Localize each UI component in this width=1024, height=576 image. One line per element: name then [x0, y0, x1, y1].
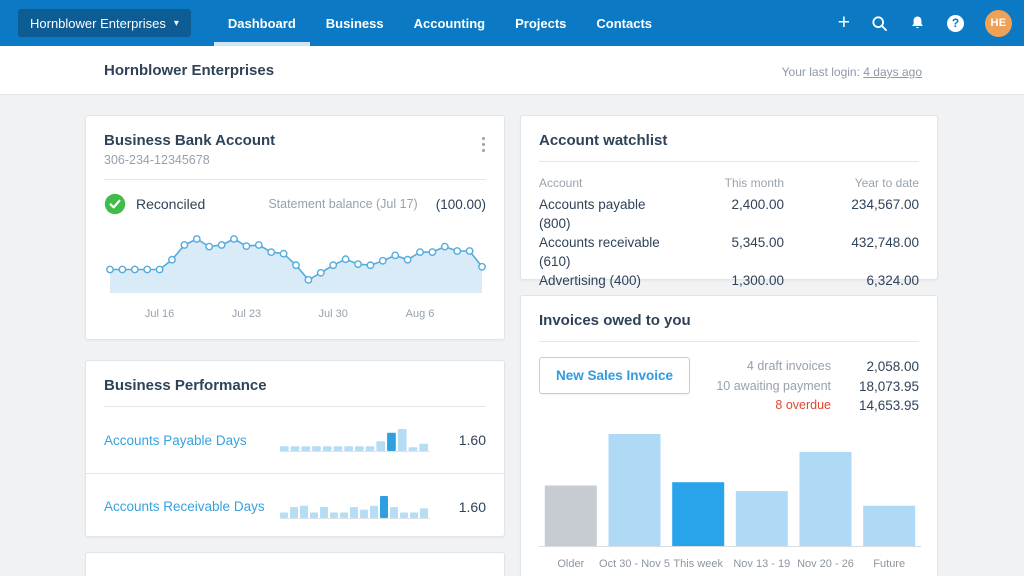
svg-text:Oct 30 - Nov 5: Oct 30 - Nov 5: [599, 558, 670, 570]
bank-card-title: Business Bank Account: [104, 132, 276, 149]
page-header: Hornblower Enterprises Your last login: …: [0, 46, 1024, 95]
draft-invoices-label[interactable]: 4 draft invoices: [747, 357, 831, 377]
watchlist-ytd-value: 432,748.00: [851, 235, 919, 250]
last-login: Your last login: 4 days ago: [782, 65, 922, 79]
statement-balance-value: (100.00): [435, 196, 486, 212]
nav-tab-accounting[interactable]: Accounting: [399, 0, 501, 46]
svg-text:Jul 23: Jul 23: [232, 308, 261, 320]
svg-text:Jul 16: Jul 16: [145, 308, 174, 320]
nav-tab-dashboard[interactable]: Dashboard: [213, 0, 311, 46]
invoices-card-header: Invoices owed to you: [521, 296, 937, 329]
watchlist-ytd-value: 234,567.00: [851, 197, 919, 212]
organisation-selector[interactable]: Hornblower Enterprises ▾: [18, 9, 191, 37]
last-login-link[interactable]: 4 days ago: [863, 65, 922, 79]
statement-balance-label: Statement balance (Jul 17): [268, 197, 418, 211]
overdue-value: 14,653.95: [858, 398, 919, 413]
watchlist-account-name: Accounts receivable (610): [539, 235, 660, 269]
business-performance-card: Business Performance Accounts Payable Da…: [85, 360, 505, 537]
partial-card: [85, 552, 505, 576]
receivable-days-value: 1.60: [458, 498, 486, 515]
column-header-year-to-date: Year to date: [854, 176, 919, 190]
new-sales-invoice-button[interactable]: New Sales Invoice: [539, 357, 691, 394]
overdue-label[interactable]: 8 overdue: [775, 396, 831, 416]
table-row: Accounts payable (800) 2,400.00 234,567.…: [539, 195, 919, 233]
nav-utility-area: + ? HE: [838, 0, 1012, 46]
bell-icon[interactable]: [909, 15, 926, 32]
invoice-stat-awaiting: 10 awaiting payment 18,073.95: [716, 377, 919, 397]
receivable-days-sparkline: [280, 493, 430, 521]
organisation-name: Hornblower Enterprises: [30, 15, 166, 31]
chevron-down-icon: ▾: [173, 17, 179, 29]
watchlist-this-month-value: 2,400.00: [731, 197, 784, 212]
invoice-stat-overdue: 8 overdue 14,653.95: [716, 396, 919, 416]
svg-text:Nov 13 - 19: Nov 13 - 19: [733, 558, 790, 570]
watchlist-card-header: Account watchlist: [521, 116, 937, 149]
payable-days-sparkline: [280, 426, 430, 454]
column-header-account: Account: [539, 176, 583, 190]
kebab-menu-icon[interactable]: [479, 132, 488, 156]
performance-card-title: Business Performance: [104, 377, 267, 394]
invoices-owed-card: Invoices owed to you New Sales Invoice 4…: [520, 295, 938, 576]
avatar[interactable]: HE: [985, 9, 1012, 37]
search-icon[interactable]: [871, 15, 888, 32]
watchlist-card-title: Account watchlist: [539, 132, 668, 149]
help-icon[interactable]: ?: [947, 14, 964, 32]
watchlist-table: Account This month Year to date Accounts…: [521, 162, 937, 290]
dashboard-content: Business Bank Account 306-234-12345678 R…: [0, 95, 1024, 576]
svg-text:Aug 6: Aug 6: [406, 308, 435, 320]
column-header-this-month: This month: [724, 176, 784, 190]
performance-card-header: Business Performance: [86, 361, 504, 394]
table-row: Accounts receivable (610) 5,345.00 432,7…: [539, 233, 919, 271]
nav-tab-contacts[interactable]: Contacts: [581, 0, 667, 46]
svg-text:Older: Older: [557, 558, 584, 570]
bank-account-number: 306-234-12345678: [104, 153, 210, 167]
bank-card-header: Business Bank Account 306-234-12345678: [86, 116, 504, 167]
table-row: Advertising (400) 1,300.00 6,324.00: [539, 271, 919, 290]
accounts-payable-days-link[interactable]: Accounts Payable Days: [104, 433, 280, 448]
invoices-owed-bar-chart: Older Oct 30 - Nov 5 This week Nov 13 - 19 N…: [539, 426, 921, 576]
invoices-summary: New Sales Invoice 4 draft invoices 2,058…: [521, 342, 937, 416]
performance-row-receivable: Accounts Receivable Days 1.60: [86, 473, 504, 539]
invoice-stat-draft: 4 draft invoices 2,058.00: [716, 357, 919, 377]
payable-days-value: 1.60: [458, 432, 486, 448]
top-navigation-bar: Hornblower Enterprises ▾ Dashboard Busin…: [0, 0, 1024, 46]
nav-tab-projects[interactable]: Projects: [500, 0, 581, 46]
reconciled-label: Reconciled: [136, 196, 206, 212]
awaiting-payment-label[interactable]: 10 awaiting payment: [716, 377, 831, 397]
invoices-card-title: Invoices owed to you: [539, 312, 691, 329]
performance-rows: Accounts Payable Days 1.60 Accounts Rece…: [86, 407, 504, 539]
performance-row-payable: Accounts Payable Days 1.60: [86, 407, 504, 473]
watchlist-account-name: Accounts payable (800): [539, 197, 646, 231]
draft-invoices-value: 2,058.00: [866, 359, 919, 374]
account-watchlist-card: Account watchlist Account This month Yea…: [520, 115, 938, 288]
watchlist-this-month-value: 1,300.00: [731, 273, 784, 288]
svg-text:Nov 20 - 26: Nov 20 - 26: [797, 558, 854, 570]
page-title: Hornblower Enterprises: [104, 62, 275, 79]
main-menu: Dashboard Business Accounting Projects C…: [213, 0, 667, 46]
watchlist-header-row: Account This month Year to date: [539, 174, 919, 193]
last-login-label: Your last login:: [781, 65, 860, 79]
bank-balance-chart: Jul 16 Jul 23 Jul 30 Aug 6: [104, 221, 486, 325]
check-circle-icon: [104, 193, 126, 215]
plus-icon[interactable]: +: [838, 12, 850, 33]
invoice-stats: 4 draft invoices 2,058.00 10 awaiting pa…: [716, 357, 919, 416]
reconciled-row: Reconciled Statement balance (Jul 17) (1…: [86, 180, 504, 221]
svg-text:This week: This week: [673, 558, 723, 570]
watchlist-this-month-value: 5,345.00: [731, 235, 784, 250]
svg-text:Jul 30: Jul 30: [319, 308, 348, 320]
accounts-receivable-days-link[interactable]: Accounts Receivable Days: [104, 499, 280, 514]
watchlist-account-name: Advertising (400): [539, 273, 642, 288]
svg-text:Future: Future: [873, 558, 905, 570]
awaiting-payment-value: 18,073.95: [858, 378, 919, 394]
watchlist-ytd-value: 6,324.00: [866, 273, 919, 288]
nav-tab-business[interactable]: Business: [311, 0, 399, 46]
bank-account-card: Business Bank Account 306-234-12345678 R…: [85, 115, 505, 340]
